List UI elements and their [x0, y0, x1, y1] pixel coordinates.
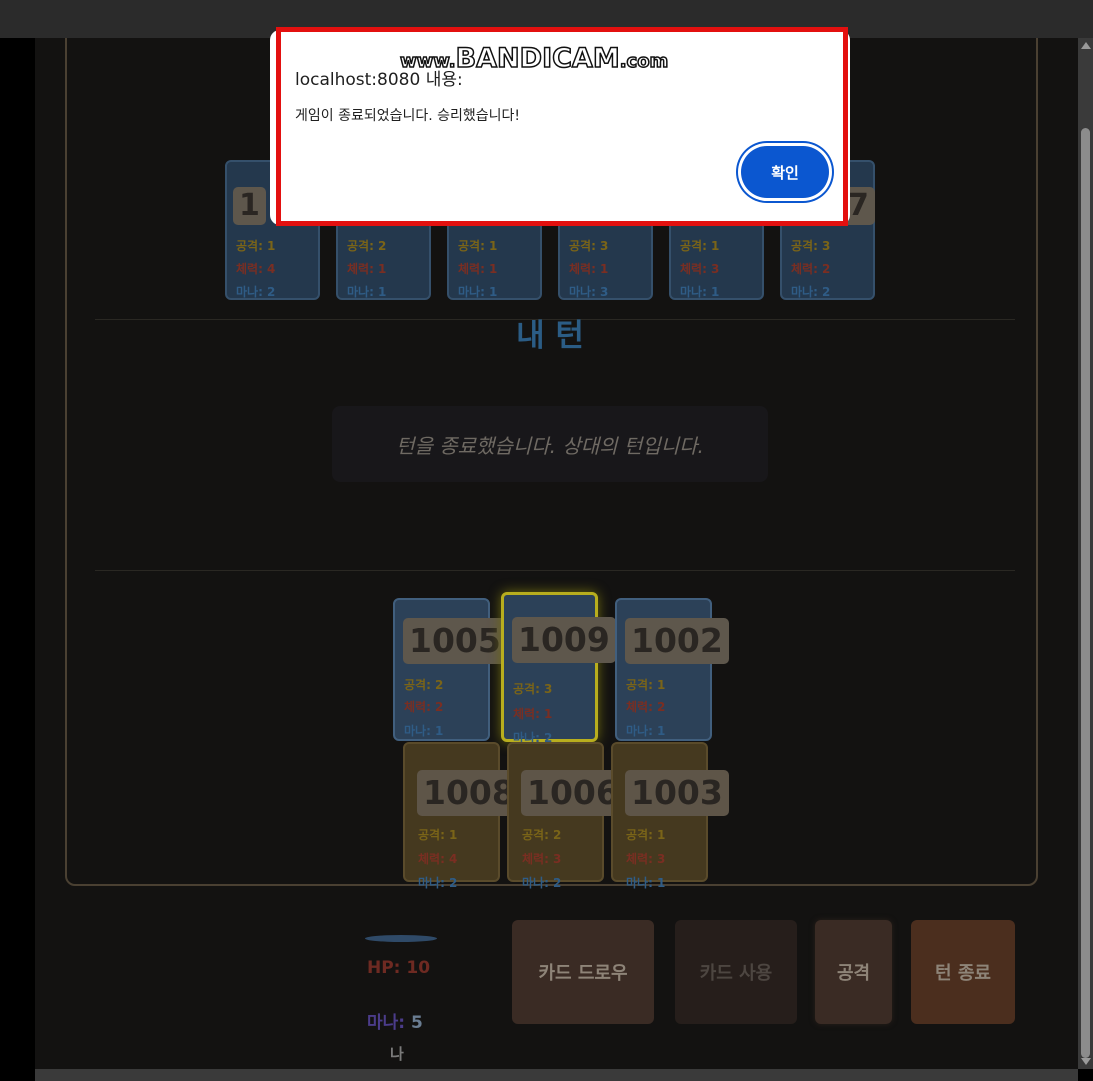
field-card[interactable]: 1005 공격: 2 체력: 2 마나: 1	[393, 598, 507, 741]
card-health: 체력: 4	[236, 262, 276, 276]
card-health: 체력: 3	[522, 852, 562, 866]
turn-indicator: 내 턴	[516, 318, 584, 354]
card-attack: 공격: 2	[404, 678, 444, 692]
card-health: 체력: 2	[404, 700, 444, 714]
scroll-down-icon[interactable]	[1081, 1058, 1091, 1065]
card-attack: 공격: 3	[569, 239, 609, 253]
mana-value: 5	[411, 1013, 423, 1033]
divider	[95, 570, 1015, 571]
player-name: 나	[390, 1045, 404, 1063]
card-attack: 공격: 1	[680, 239, 720, 253]
message-box: 턴을 종료했습니다. 상대의 턴입니다.	[332, 406, 768, 482]
use-card-button[interactable]: 카드 사용	[675, 920, 797, 1024]
card-attack: 공격: 2	[522, 828, 562, 842]
hand-card[interactable]: 1006 공격: 2 체력: 3 마나: 2	[507, 742, 625, 890]
card-mana: 마나: 1	[458, 285, 498, 299]
card-mana: 마나: 1	[626, 724, 666, 738]
card-health: 체력: 3	[680, 262, 720, 276]
card-health: 체력: 1	[569, 262, 609, 276]
attack-button[interactable]: 공격	[815, 920, 892, 1024]
card-id: 1008	[417, 770, 521, 816]
card-mana: 마나: 1	[680, 285, 720, 299]
field-card-selected[interactable]: 1009 공격: 3 체력: 1 마나: 2	[501, 592, 616, 745]
card-id: 1009	[512, 617, 616, 663]
end-turn-button[interactable]: 턴 종료	[911, 920, 1015, 1024]
left-margin	[0, 38, 35, 1081]
card-health: 체력: 4	[418, 852, 458, 866]
player-avatar	[365, 935, 437, 942]
card-attack: 공격: 1	[626, 828, 666, 842]
card-attack: 공격: 1	[236, 239, 276, 253]
hand-card[interactable]: 1008 공격: 1 체력: 4 마나: 2	[403, 742, 521, 890]
scroll-up-icon[interactable]	[1081, 42, 1091, 49]
card-mana: 마나: 1	[404, 724, 444, 738]
card-attack: 공격: 1	[458, 239, 498, 253]
card-id: 1002	[625, 618, 729, 664]
card-mana: 마나: 3	[569, 285, 609, 299]
card-health: 체력: 2	[791, 262, 831, 276]
card-attack: 공격: 1	[418, 828, 458, 842]
card-id: 1006	[521, 770, 625, 816]
card-health: 체력: 3	[626, 852, 666, 866]
player-hp: HP: 10	[367, 958, 431, 978]
card-mana: 마나: 2	[791, 285, 831, 299]
horizontal-scrollbar[interactable]	[35, 1069, 1078, 1081]
scroll-thumb[interactable]	[1081, 128, 1090, 1058]
card-attack: 공격: 3	[791, 239, 831, 253]
card-attack: 공격: 3	[513, 682, 553, 696]
card-health: 체력: 1	[347, 262, 387, 276]
card-health: 체력: 2	[626, 700, 666, 714]
recorder-watermark: www.BANDICAM.com	[399, 42, 669, 75]
card-mana: 마나: 2	[418, 876, 458, 890]
card-mana: 마나: 1	[347, 285, 387, 299]
message-text: 턴을 종료했습니다. 상대의 턴입니다.	[396, 434, 704, 458]
card-mana: 마나: 1	[626, 876, 666, 890]
card-mana: 마나: 2	[522, 876, 562, 890]
vertical-scrollbar[interactable]	[1078, 38, 1093, 1069]
hand-card[interactable]: 1003 공격: 1 체력: 3 마나: 1	[611, 742, 729, 890]
field-card[interactable]: 1002 공격: 1 체력: 2 마나: 1	[615, 598, 729, 741]
card-mana: 마나: 2	[236, 285, 276, 299]
mana-label: 마나:	[367, 1013, 406, 1033]
card-id: 1005	[403, 618, 507, 664]
player-mana: 마나: 5	[367, 1008, 423, 1033]
card-health: 체력: 1	[458, 262, 498, 276]
draw-card-button[interactable]: 카드 드로우	[512, 920, 654, 1024]
card-attack: 공격: 2	[347, 239, 387, 253]
card-attack: 공격: 1	[626, 678, 666, 692]
card-id: 1003	[625, 770, 729, 816]
card-id: 1	[233, 187, 266, 225]
card-health: 체력: 1	[513, 707, 553, 721]
